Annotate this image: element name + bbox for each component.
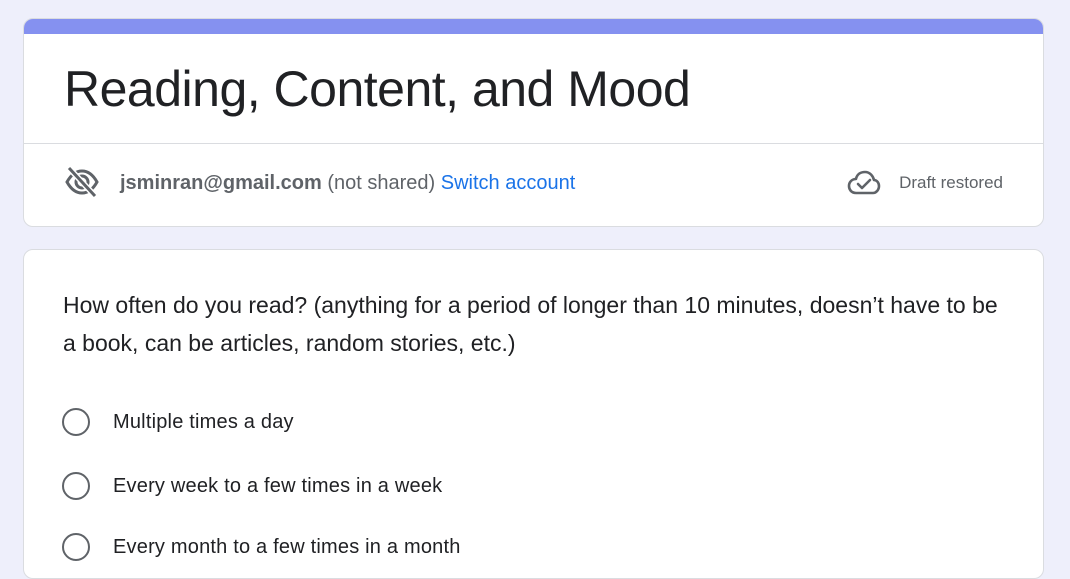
radio-button[interactable] — [62, 533, 90, 561]
form-header-card: Reading, Content, and Mood jsminran@gmai… — [23, 18, 1044, 227]
radio-option[interactable]: Every week to a few times in a week — [62, 469, 442, 503]
cloud-check-icon — [847, 169, 881, 197]
question-text: How often do you read? (anything for a p… — [63, 292, 998, 356]
radio-button[interactable] — [62, 408, 90, 436]
switch-account-link[interactable]: Switch account — [441, 172, 576, 194]
radio-option[interactable]: Multiple times a day — [62, 405, 294, 439]
draft-status: Draft restored — [847, 169, 1003, 197]
radio-button[interactable] — [62, 472, 90, 500]
form-accent-bar — [24, 19, 1043, 34]
radio-option[interactable]: Every month to a few times in a month — [62, 530, 461, 564]
question-card: How often do you read? (anything for a p… — [23, 249, 1044, 579]
account-email: jsminran@gmail.com — [120, 172, 322, 194]
form-title: Reading, Content, and Mood — [64, 61, 691, 117]
eye-off-icon — [64, 165, 100, 199]
radio-option-label: Every month to a few times in a month — [113, 535, 461, 558]
account-row: jsminran@gmail.com (not shared) Switch a… — [64, 165, 1003, 199]
header-divider — [24, 143, 1043, 144]
sharing-status: (not shared) — [327, 172, 436, 194]
radio-option-label: Every week to a few times in a week — [113, 474, 443, 497]
account-info: jsminran@gmail.com (not shared) Switch a… — [120, 171, 575, 195]
radio-option-label: Multiple times a day — [113, 410, 294, 433]
draft-status-text: Draft restored — [899, 173, 1003, 192]
